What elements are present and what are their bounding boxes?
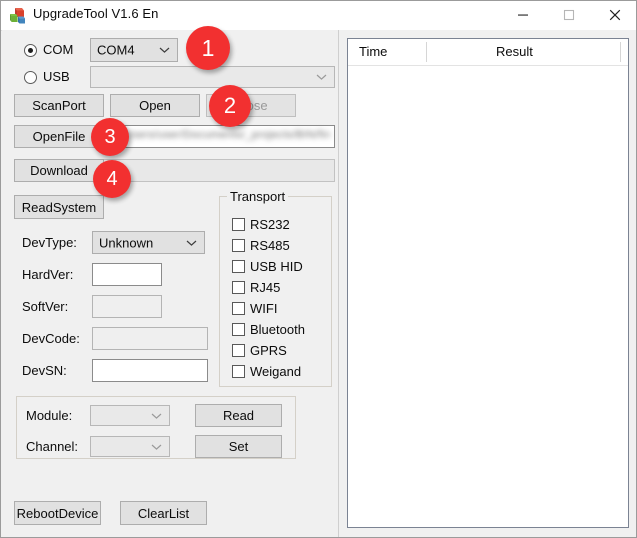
com-port-value: COM4 <box>97 42 135 58</box>
checkbox-bluetooth[interactable] <box>232 323 245 336</box>
module-label: Module: <box>26 408 73 423</box>
download-button[interactable]: Download <box>14 159 104 182</box>
dev-type-combo[interactable]: Unknown <box>92 231 205 254</box>
log-panel: Time Result <box>339 30 636 537</box>
annotation-badge-3: 3 <box>91 118 129 156</box>
soft-ver-field[interactable] <box>92 295 162 318</box>
dev-code-field[interactable] <box>92 327 208 350</box>
upgrade-tool-window: UpgradeTool V1.6 En COM COM4 USB ScanPor… <box>0 0 637 538</box>
chevron-down-icon <box>151 413 162 419</box>
column-divider[interactable] <box>620 42 621 62</box>
maximize-icon <box>563 9 575 21</box>
transport-title: Transport <box>227 189 289 204</box>
dev-code-label: DevCode: <box>22 331 80 346</box>
com-radio-label: COM <box>43 42 74 57</box>
minimize-button[interactable] <box>500 1 546 29</box>
com-radio[interactable] <box>24 44 37 57</box>
dev-sn-field[interactable] <box>92 359 208 382</box>
file-path-field[interactable]: C:/Users/user/Documents/_projects/BIN/fi… <box>104 125 335 148</box>
set-button[interactable]: Set <box>195 435 282 458</box>
module-combo[interactable] <box>90 405 170 426</box>
dev-type-label: DevType: <box>22 235 77 250</box>
hard-ver-label: HardVer: <box>22 267 74 282</box>
title-bar: UpgradeTool V1.6 En <box>1 1 636 31</box>
transport-label-rs232: RS232 <box>250 217 290 232</box>
maximize-button[interactable] <box>546 1 592 29</box>
checkbox-rs485[interactable] <box>232 239 245 252</box>
open-button[interactable]: Open <box>110 94 200 117</box>
clear-list-button[interactable]: ClearList <box>120 501 207 525</box>
read-button[interactable]: Read <box>195 404 282 427</box>
checkbox-weigand[interactable] <box>232 365 245 378</box>
chevron-down-icon <box>159 47 170 53</box>
transport-label-rs485: RS485 <box>250 238 290 253</box>
hard-ver-field[interactable] <box>92 263 162 286</box>
checkbox-usb-hid[interactable] <box>232 260 245 273</box>
checkbox-rs232[interactable] <box>232 218 245 231</box>
checkbox-rj45[interactable] <box>232 281 245 294</box>
chevron-down-icon <box>316 74 327 80</box>
minimize-icon <box>518 14 528 16</box>
close-icon <box>609 9 621 21</box>
column-header-time[interactable]: Time <box>359 44 387 59</box>
column-header-result[interactable]: Result <box>496 44 533 59</box>
transport-label-weigand: Weigand <box>250 364 302 379</box>
left-control-panel: COM COM4 USB ScanPort Open Close OpenFil… <box>2 30 339 537</box>
window-title: UpgradeTool V1.6 En <box>33 6 159 21</box>
soft-ver-label: SoftVer: <box>22 299 69 314</box>
transport-label-gprs: GPRS <box>250 343 287 358</box>
scan-port-button[interactable]: ScanPort <box>14 94 104 117</box>
dev-type-value: Unknown <box>99 235 154 250</box>
chevron-down-icon <box>186 240 197 246</box>
transport-label-wifi: WIFI <box>250 301 278 316</box>
annotation-badge-1: 1 <box>186 26 230 70</box>
reboot-device-button[interactable]: RebootDevice <box>14 501 101 525</box>
column-divider[interactable] <box>426 42 427 62</box>
app-blocks-icon <box>9 7 27 25</box>
checkbox-wifi[interactable] <box>232 302 245 315</box>
dev-sn-label: DevSN: <box>22 363 67 378</box>
annotation-badge-2: 2 <box>209 85 251 127</box>
listview-header: Time Result <box>348 39 628 66</box>
chevron-down-icon <box>151 444 162 450</box>
transport-groupbox: Transport RS232 RS485 USB HID RJ45 WIFI <box>219 189 332 387</box>
close-button[interactable] <box>592 1 636 29</box>
channel-combo[interactable] <box>90 436 170 457</box>
transport-label-usb-hid: USB HID <box>250 259 303 274</box>
transport-label-bluetooth: Bluetooth <box>250 322 305 337</box>
channel-label: Channel: <box>26 439 79 454</box>
checkbox-gprs[interactable] <box>232 344 245 357</box>
result-listview[interactable]: Time Result <box>347 38 629 528</box>
file-path-value: C:/Users/user/Documents/_projects/BIN/fi… <box>109 129 330 141</box>
usb-radio-label: USB <box>43 69 70 84</box>
annotation-badge-4: 4 <box>93 160 131 198</box>
transport-label-rj45: RJ45 <box>250 280 281 295</box>
com-port-combo[interactable]: COM4 <box>90 38 178 62</box>
module-channel-groupbox: Module: Read Channel: Set <box>16 396 296 459</box>
usb-radio[interactable] <box>24 71 37 84</box>
read-system-button[interactable]: ReadSystem <box>14 195 104 219</box>
